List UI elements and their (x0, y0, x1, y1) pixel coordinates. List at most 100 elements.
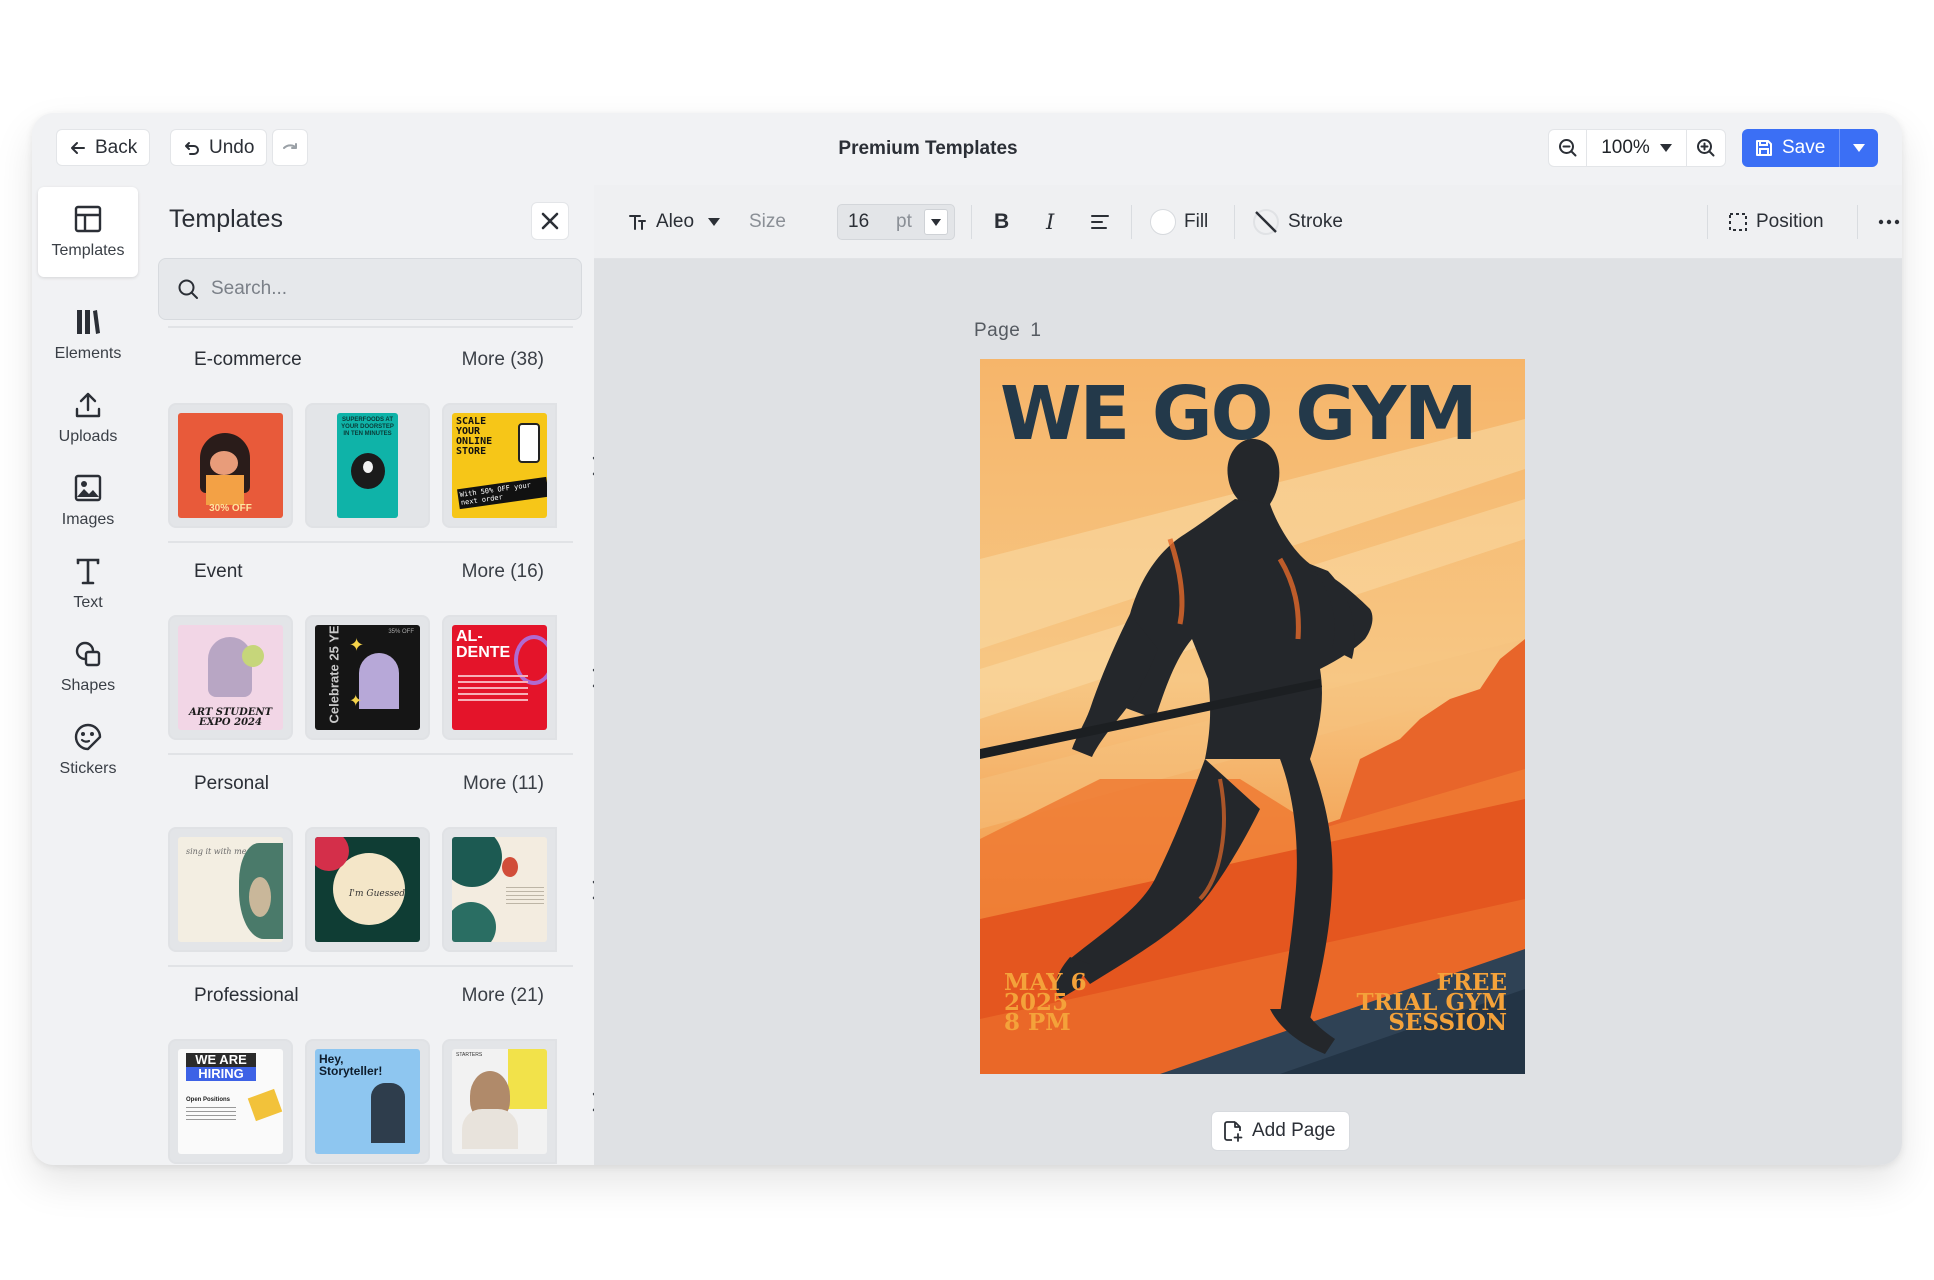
template-thumbnail[interactable]: ART STUDENT EXPO 2024 (168, 615, 293, 740)
thumbnail-row: sing it with me I'm Guessed (168, 827, 598, 952)
search-input[interactable] (211, 278, 551, 300)
more-link[interactable]: More (16) (462, 561, 544, 583)
rail-label: Stickers (59, 760, 117, 777)
zoom-out-button[interactable] (1549, 130, 1587, 166)
more-link[interactable]: More (21) (462, 985, 544, 1007)
rail-item-elements[interactable]: Elements (38, 290, 138, 380)
align-left-icon (1091, 215, 1109, 229)
save-icon (1756, 140, 1772, 156)
fill-swatch-icon (1150, 209, 1176, 235)
font-size-input[interactable]: 16 pt (837, 204, 955, 240)
save-button[interactable]: Save (1742, 129, 1841, 167)
font-size-dropdown[interactable] (924, 209, 948, 235)
thumb-text: I'm Guessed (349, 889, 406, 899)
template-thumbnail[interactable]: sing it with me (168, 827, 293, 952)
search-box (158, 258, 582, 320)
save-options-button[interactable] (1840, 129, 1878, 167)
rail-item-uploads[interactable]: Uploads (38, 373, 138, 463)
font-name: Aleo (656, 211, 695, 232)
page-label: Page 1 (974, 320, 1041, 342)
thumb-text: SCALE YOUR ONLINE STORE (456, 416, 493, 457)
template-thumbnail[interactable]: SUPERFOODS AT YOUR DOORSTEP IN TEN MINUT… (305, 403, 430, 528)
page-label-text: Page (974, 320, 1021, 341)
more-link[interactable]: More (38) (462, 349, 544, 371)
more-options-button[interactable] (1878, 185, 1900, 259)
template-thumbnail[interactable]: Celebrate 25 YEARS ✦ ✦ 35% OFF (305, 615, 430, 740)
zoom-select[interactable]: 100% (1587, 130, 1687, 166)
sticker-icon (74, 723, 102, 751)
template-thumbnail[interactable]: I'm Guessed (305, 827, 430, 952)
rail-item-text[interactable]: Text (38, 539, 138, 629)
fill-button[interactable]: Fill (1150, 185, 1208, 259)
shapes-icon (75, 641, 101, 667)
template-thumbnail[interactable]: AL-DENTE (442, 615, 557, 740)
position-button[interactable]: Position (1728, 185, 1824, 259)
thumb-text: AL-DENTE (456, 628, 511, 661)
fill-label: Fill (1184, 211, 1209, 232)
section-title: Professional (194, 985, 299, 1006)
section-header-ecommerce: E-commerce More (38) (194, 349, 544, 371)
template-thumbnail[interactable]: STARTERS (442, 1039, 557, 1164)
divider (168, 965, 573, 967)
template-thumbnail[interactable]: WE ARE HIRING Open Positions (168, 1039, 293, 1164)
thumb-text: 35% OFF (388, 629, 414, 635)
template-thumbnail[interactable]: SCALE YOUR ONLINE STORE With 50% OFF you… (442, 403, 557, 528)
position-label: Position (1756, 211, 1824, 232)
add-page-icon (1224, 1121, 1243, 1142)
zoom-in-button[interactable] (1687, 130, 1725, 166)
thumbnail-row: ART STUDENT EXPO 2024 Celebrate 25 YEARS… (168, 615, 598, 740)
thumb-text: STARTERS (456, 1052, 483, 1058)
add-page-label: Add Page (1252, 1120, 1336, 1141)
align-button[interactable] (1090, 185, 1110, 259)
template-thumbnail[interactable]: 30% OFF (168, 403, 293, 528)
poster-date[interactable]: MAY 6 2025 8 PM (1004, 971, 1144, 1036)
poster-title[interactable]: WE GO GYM (1000, 371, 1478, 457)
section-header-personal: Personal More (11) (194, 773, 544, 795)
rail-label: Shapes (60, 677, 116, 694)
close-panel-button[interactable] (531, 202, 569, 240)
more-link[interactable]: More (11) (463, 773, 544, 795)
thumb-text: Hey, Storyteller! (319, 1052, 383, 1078)
section-title: E-commerce (194, 349, 302, 370)
rail-item-images[interactable]: Images (38, 456, 138, 546)
rail-item-templates[interactable]: Templates (38, 187, 138, 277)
divider (1707, 205, 1708, 239)
layout-icon (74, 205, 102, 233)
rail-label: Images (61, 511, 115, 528)
template-thumbnail[interactable]: Hey, Storyteller! (305, 1039, 430, 1164)
stroke-none-icon (1253, 209, 1279, 235)
panel-title: Templates (169, 205, 283, 233)
caret-down-icon (708, 218, 721, 226)
zoom-control: 100% (1548, 129, 1726, 167)
page-number: 1 (1030, 320, 1042, 341)
poster-offer[interactable]: FREE TRIAL GYM SESSION (1287, 971, 1507, 1036)
bold-button[interactable]: B (994, 185, 1009, 259)
size-label: Size (749, 211, 786, 232)
thumb-text: Celebrate 25 YEARS (326, 625, 342, 724)
format-toolbar: Aleo Size 16 pt B I Fill Stroke Position (594, 185, 1902, 259)
rail-item-shapes[interactable]: Shapes (38, 622, 138, 712)
divider (1234, 205, 1235, 239)
poster[interactable]: WE GO GYM MAY 6 2025 8 PM FREE TRIAL GYM… (980, 359, 1525, 1074)
stroke-button[interactable]: Stroke (1252, 185, 1343, 259)
caret-down-icon (1659, 144, 1672, 152)
templates-panel: Templates E-commerce More (38) 30% OFF (144, 185, 604, 1165)
font-size-unit: pt (896, 211, 912, 232)
library-icon (77, 310, 100, 334)
close-icon (541, 212, 559, 230)
rail-label: Uploads (58, 428, 118, 445)
save-label: Save (1782, 137, 1826, 158)
rail-label: Templates (51, 242, 125, 259)
thumb-text: SUPERFOODS AT YOUR DOORSTEP IN TEN MINUT… (341, 417, 394, 437)
rail-item-stickers[interactable]: Stickers (38, 705, 138, 795)
divider (971, 205, 972, 239)
poster-offer-line: SESSION (1388, 1009, 1507, 1036)
template-thumbnail[interactable] (442, 827, 557, 952)
poster-date-line: 8 PM (1004, 1009, 1071, 1036)
add-page-button[interactable]: Add Page (1211, 1111, 1351, 1151)
font-size-value: 16 (848, 211, 870, 232)
italic-button[interactable]: I (1046, 185, 1054, 259)
font-select[interactable]: Aleo (628, 185, 721, 259)
save-group: Save (1742, 129, 1879, 167)
section-header-professional: Professional More (21) (194, 985, 544, 1007)
